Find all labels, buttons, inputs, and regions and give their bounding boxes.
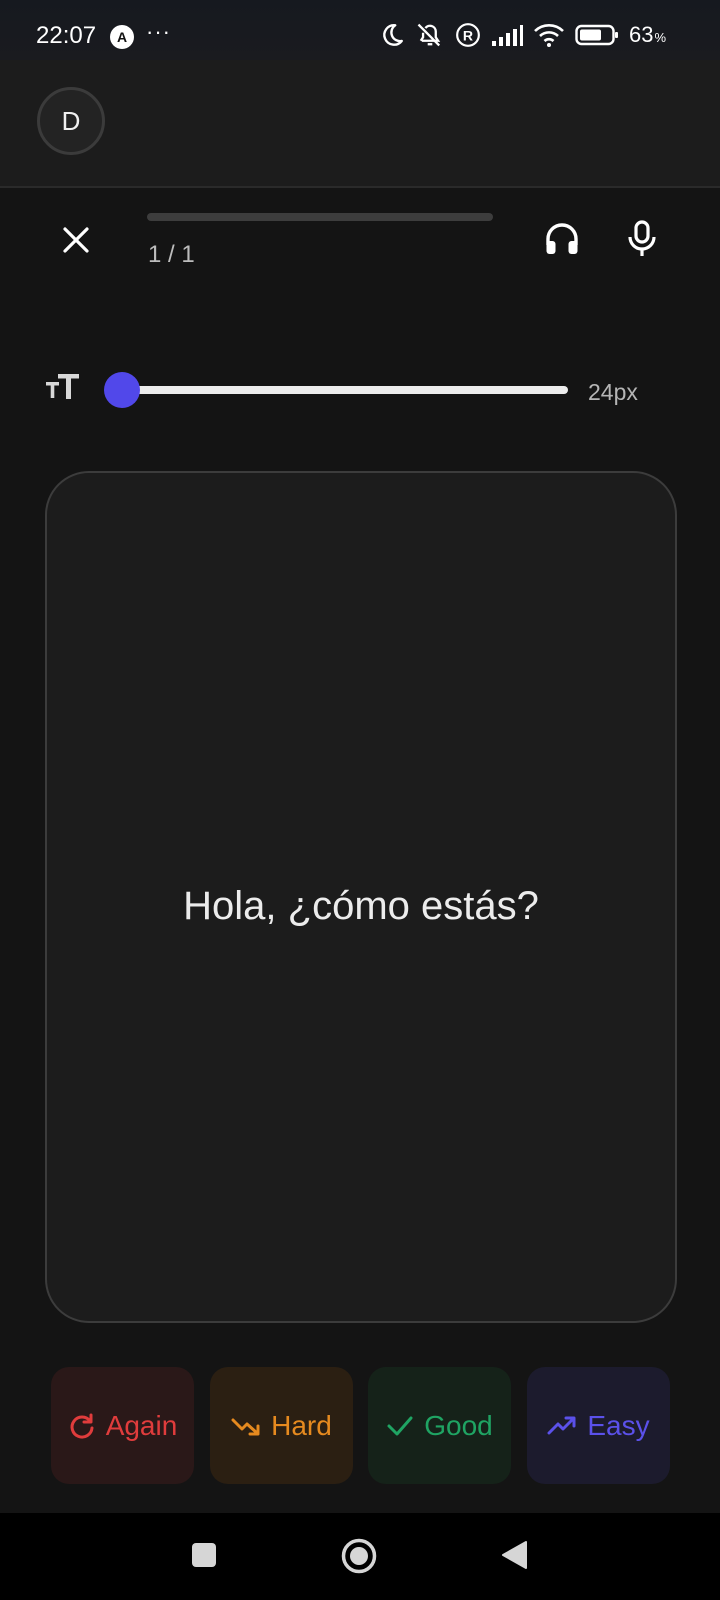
check-icon bbox=[387, 1416, 413, 1435]
again-label: Again bbox=[105, 1409, 178, 1441]
svg-text:R: R bbox=[463, 27, 473, 43]
bell-off-icon bbox=[417, 23, 441, 47]
hard-button[interactable]: Hard bbox=[210, 1367, 353, 1484]
progress-count: 1 / 1 bbox=[148, 241, 195, 268]
more-notifications-icon: ··· bbox=[146, 19, 171, 44]
moon-icon bbox=[383, 24, 403, 46]
slider-track bbox=[120, 386, 568, 394]
registered-icon: R bbox=[456, 23, 480, 47]
progress-bar bbox=[147, 213, 493, 221]
app-notification-icon: A bbox=[110, 25, 134, 49]
trending-up-icon bbox=[547, 1416, 576, 1434]
font-size-value: 24px bbox=[588, 379, 638, 405]
microphone-icon[interactable] bbox=[622, 219, 662, 259]
headphones-icon[interactable] bbox=[542, 219, 582, 259]
card-text: Hola, ¿cómo estás? bbox=[183, 883, 539, 928]
trending-down-icon bbox=[231, 1418, 260, 1435]
back-icon[interactable] bbox=[500, 1540, 528, 1570]
easy-button[interactable]: Easy bbox=[527, 1367, 670, 1484]
retry-icon bbox=[70, 1413, 94, 1439]
close-icon[interactable] bbox=[58, 222, 94, 258]
status-time: 22:07 bbox=[36, 22, 97, 49]
home-icon[interactable] bbox=[341, 1538, 377, 1574]
wifi-icon bbox=[534, 24, 564, 47]
again-button[interactable]: Again bbox=[51, 1367, 194, 1484]
avatar[interactable]: D bbox=[37, 87, 105, 155]
status-bar: 22:07 A ··· R 63% bbox=[0, 0, 720, 60]
signal-icon bbox=[491, 25, 523, 46]
hard-label: Hard bbox=[271, 1409, 332, 1441]
good-label: Good bbox=[424, 1409, 493, 1441]
flashcard[interactable]: Hola, ¿cómo estás? bbox=[45, 471, 677, 1323]
easy-label: Easy bbox=[587, 1409, 650, 1441]
app-header: D bbox=[0, 60, 720, 188]
battery-level: 63% bbox=[628, 22, 666, 47]
recent-apps-icon[interactable] bbox=[191, 1542, 217, 1568]
status-icons: R 63% bbox=[379, 20, 666, 50]
battery-icon bbox=[575, 24, 618, 46]
font-size-slider[interactable] bbox=[104, 372, 568, 408]
good-button[interactable]: Good bbox=[368, 1367, 511, 1484]
slider-thumb[interactable] bbox=[104, 372, 140, 408]
text-size-icon bbox=[46, 374, 79, 399]
